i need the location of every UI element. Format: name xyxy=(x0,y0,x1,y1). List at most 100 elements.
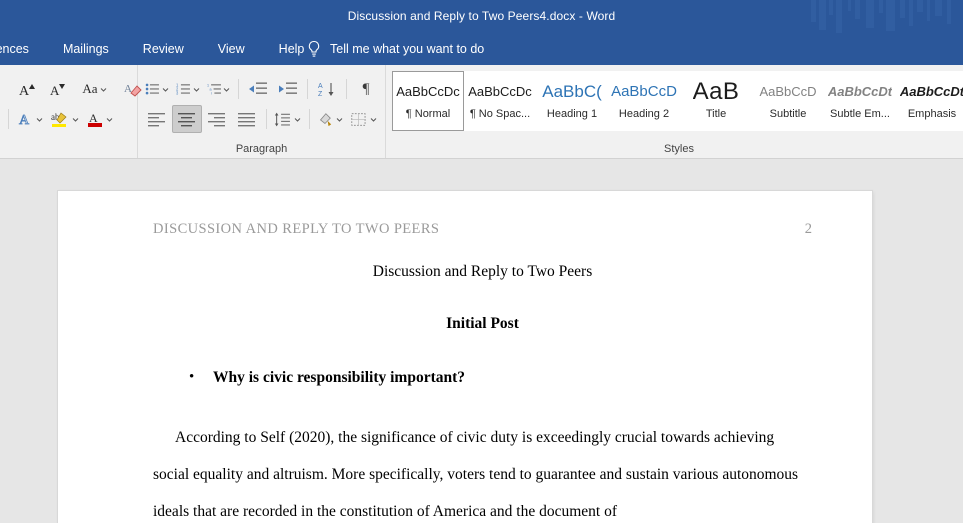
decrease-indent-button[interactable] xyxy=(243,75,273,103)
word-application-window: Discussion and Reply to Two Peers4.docx … xyxy=(0,0,963,523)
sort-button[interactable]: AZ xyxy=(312,75,342,103)
svg-text:3: 3 xyxy=(176,91,179,96)
chevron-down-icon xyxy=(193,87,199,92)
chevron-down-icon xyxy=(336,117,343,122)
running-head-text: DISCUSSION AND REPLY TO TWO PEERS xyxy=(153,221,440,237)
numbering-button[interactable]: 123 xyxy=(173,75,204,103)
align-right-button[interactable] xyxy=(202,105,232,133)
styles-gallery: AaBbCcDc ¶ Normal AaBbCcDc ¶ No Spac... … xyxy=(390,71,963,131)
document-body[interactable]: Discussion and Reply to Two Peers Initia… xyxy=(153,263,812,523)
font-color-button[interactable]: A xyxy=(83,105,117,133)
svg-text:Z: Z xyxy=(318,91,323,98)
shading-button[interactable] xyxy=(314,105,348,133)
style-preview: AaBbCcDt xyxy=(899,83,963,99)
title-bar: Discussion and Reply to Two Peers4.docx … xyxy=(0,0,963,33)
style-subtitle[interactable]: AaBbCcD Subtitle xyxy=(752,71,824,131)
svg-text:i: i xyxy=(211,92,212,96)
svg-text:A: A xyxy=(19,84,30,98)
lightbulb-icon xyxy=(308,40,320,57)
increase-indent-button[interactable] xyxy=(273,75,303,103)
style-normal[interactable]: AaBbCcDc ¶ Normal xyxy=(392,71,464,131)
style-name: Subtle Em... xyxy=(830,107,890,120)
align-left-button[interactable] xyxy=(142,105,172,133)
font-group-body: A A Aa A A ab A xyxy=(0,65,142,141)
ribbon-group-paragraph: 123 1ai AZ ¶ Paragraph xyxy=(138,65,386,158)
tab-references[interactable]: References xyxy=(0,33,46,65)
paragraph-row-1: 123 1ai AZ ¶ xyxy=(142,74,381,104)
document-title: Discussion and Reply to Two Peers4.docx … xyxy=(347,9,616,23)
tab-mailings[interactable]: Mailings xyxy=(46,33,126,65)
tab-view[interactable]: View xyxy=(201,33,262,65)
grow-font-button[interactable]: A xyxy=(12,75,42,103)
paragraph-row-2 xyxy=(142,104,381,134)
svg-text:A: A xyxy=(19,113,30,128)
style-name: Emphasis xyxy=(907,107,957,120)
shrink-font-button[interactable]: A xyxy=(42,75,72,103)
font-row-1: A A Aa A xyxy=(4,74,142,104)
page-running-header: DISCUSSION AND REPLY TO TWO PEERS 2 xyxy=(153,221,812,238)
change-case-button[interactable]: Aa xyxy=(80,75,110,103)
divider xyxy=(346,79,348,99)
divider xyxy=(266,109,267,129)
text-effects-button[interactable]: A xyxy=(13,105,47,133)
style-preview: AaBbCcDc xyxy=(396,83,460,99)
ribbon-tabs: References Mailings Review View Help xyxy=(0,33,321,65)
style-subtle-emphasis[interactable]: AaBbCcDt Subtle Em... xyxy=(824,71,896,131)
text-highlight-color-button[interactable]: ab xyxy=(47,105,83,133)
tell-me-label: Tell me what you want to do xyxy=(330,42,485,56)
bullet-item-text: Why is civic responsibility important? xyxy=(213,369,466,386)
style-name: Subtitle xyxy=(769,107,807,120)
style-preview: AaB xyxy=(692,80,740,103)
divider xyxy=(238,79,240,99)
document-canvas[interactable]: DISCUSSION AND REPLY TO TWO PEERS 2 Disc… xyxy=(0,159,963,523)
chevron-down-icon xyxy=(72,117,79,122)
tab-review[interactable]: Review xyxy=(126,33,201,65)
style-name: Heading 1 xyxy=(546,107,598,120)
ribbon-group-font: A A Aa A A ab A xyxy=(0,65,142,158)
page-number: 2 xyxy=(804,221,812,237)
chevron-down-icon xyxy=(100,87,106,92)
style-name: Heading 2 xyxy=(618,107,670,120)
style-emphasis[interactable]: AaBbCcDt Emphasis xyxy=(896,71,963,131)
divider xyxy=(8,109,9,129)
pilcrow-glyph: ¶ xyxy=(362,80,370,97)
style-name: ¶ Normal xyxy=(405,107,451,120)
style-preview: AaBbCcDt xyxy=(827,83,893,99)
justify-button[interactable] xyxy=(232,105,262,133)
style-heading-1[interactable]: AaBbC( Heading 1 xyxy=(536,71,608,131)
style-preview: AaBbC( xyxy=(542,81,602,101)
multilevel-list-button[interactable]: 1ai xyxy=(204,75,235,103)
style-heading-2[interactable]: AaBbCcD Heading 2 xyxy=(608,71,680,131)
change-case-glyph: Aa xyxy=(82,81,98,96)
style-preview: AaBbCcD xyxy=(611,82,677,100)
bullets-button[interactable] xyxy=(142,75,173,103)
line-spacing-button[interactable] xyxy=(271,105,305,133)
tell-me-search[interactable]: Tell me what you want to do xyxy=(306,33,484,65)
font-row-2: A ab A xyxy=(4,104,133,134)
style-no-spacing[interactable]: AaBbCcDc ¶ No Spac... xyxy=(464,71,536,131)
style-name: Title xyxy=(705,107,727,120)
show-formatting-marks-button[interactable]: ¶ xyxy=(351,75,381,103)
style-title[interactable]: AaB Title xyxy=(680,71,752,131)
svg-text:A: A xyxy=(318,83,323,90)
bullet-list-item: • Why is civic responsibility important? xyxy=(189,368,812,387)
divider xyxy=(307,79,309,99)
paragraph-group-body: 123 1ai AZ ¶ xyxy=(138,65,385,141)
font-group-label xyxy=(0,141,137,158)
ribbon: A A Aa A A ab A 1 2 3 1 a i A Z ¶ Paragr… xyxy=(0,65,963,159)
paragraph-group-label: Paragraph xyxy=(235,143,288,155)
chevron-down-icon xyxy=(106,117,113,122)
section-heading: Initial Post xyxy=(446,315,519,332)
ribbon-group-styles: AaBbCcDc ¶ Normal AaBbCcDc ¶ No Spac... … xyxy=(386,65,963,158)
style-preview: AaBbCcD xyxy=(759,83,817,99)
borders-button[interactable] xyxy=(347,105,381,133)
chevron-down-icon xyxy=(370,117,377,122)
bullet-marker-icon: • xyxy=(189,369,195,385)
style-name: ¶ No Spac... xyxy=(469,107,531,120)
document-page[interactable]: DISCUSSION AND REPLY TO TWO PEERS 2 Disc… xyxy=(58,191,872,523)
styles-group-label: Styles xyxy=(664,143,694,155)
chevron-down-icon xyxy=(294,117,300,122)
ribbon-tab-bar: References Mailings Review View Help Tel… xyxy=(0,33,963,65)
align-center-button[interactable] xyxy=(172,105,202,133)
document-title-line: Discussion and Reply to Two Peers xyxy=(372,263,593,280)
